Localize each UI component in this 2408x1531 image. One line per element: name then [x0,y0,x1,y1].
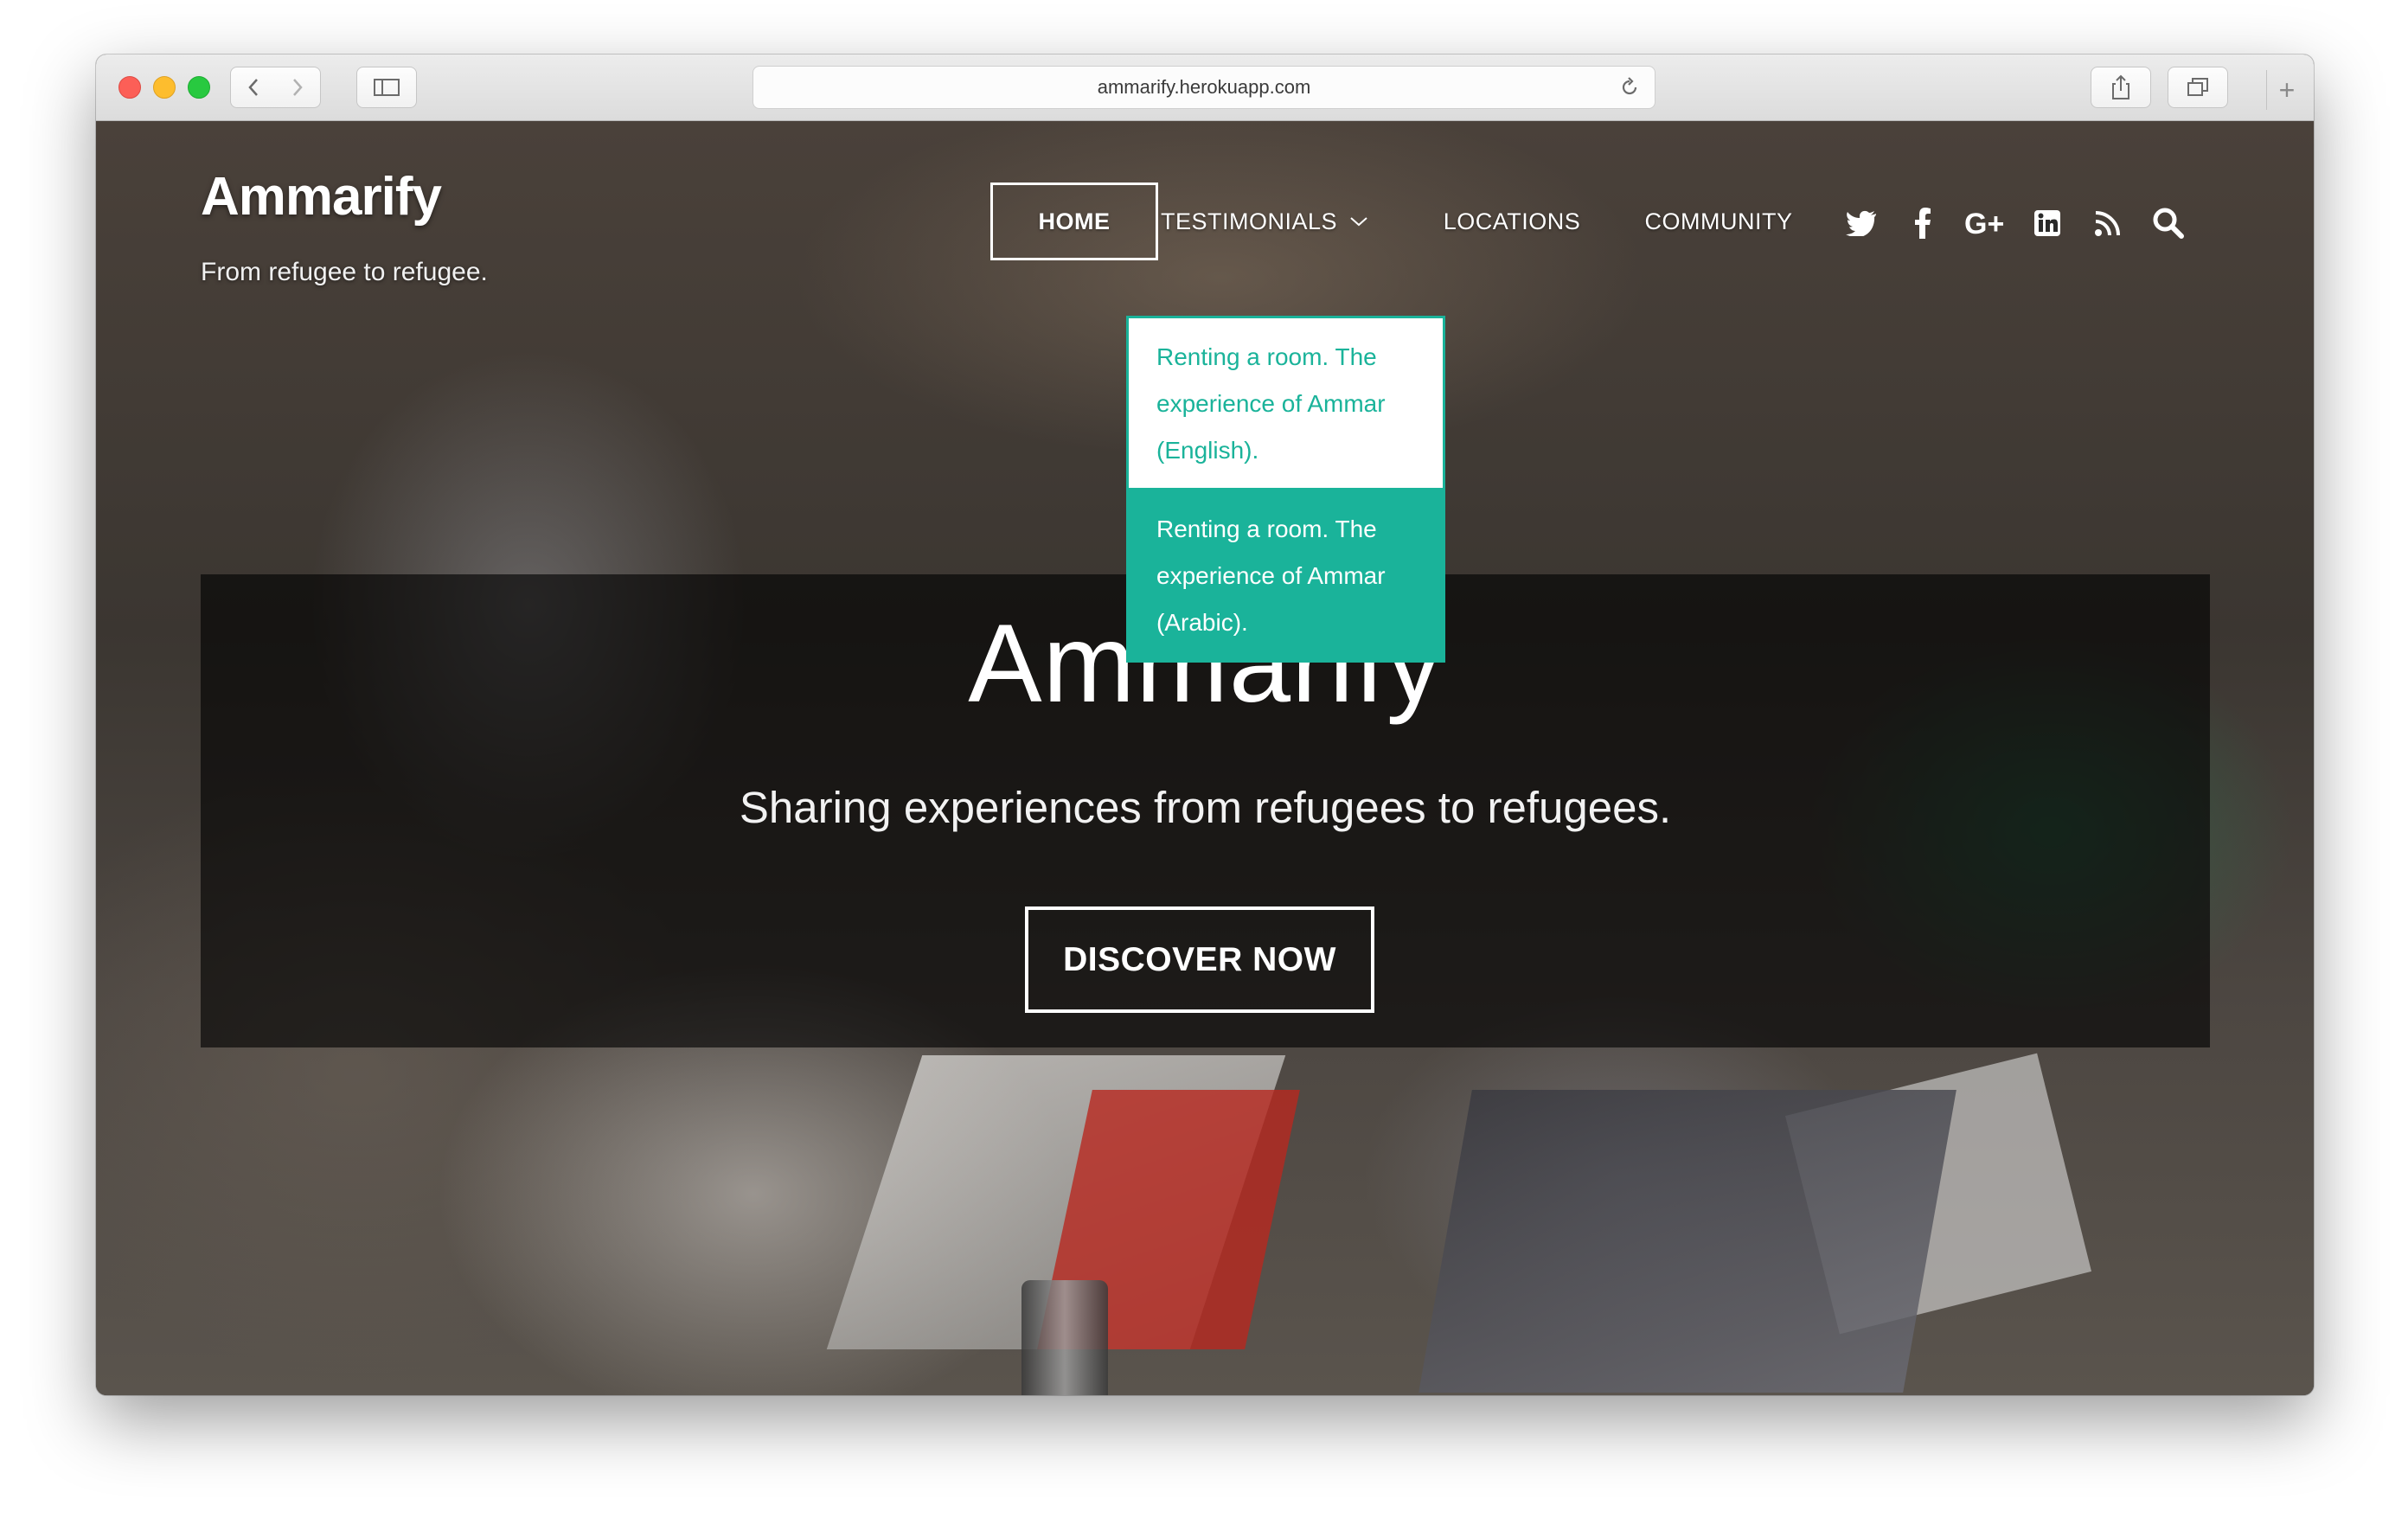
tabs-icon [2187,78,2208,96]
chevron-down-icon [1350,217,1367,227]
sidebar-toggle-button[interactable] [356,67,417,108]
url-text: ammarify.herokuapp.com [1097,76,1311,98]
hero-subtitle: Sharing experiences from refugees to ref… [739,783,1672,832]
nav-locations[interactable]: LOCATIONS [1421,183,1603,260]
address-bar[interactable]: ammarify.herokuapp.com [752,66,1656,109]
forward-button[interactable] [275,67,321,108]
sidebar-icon [374,79,400,96]
browser-toolbar: ammarify.herokuapp.com + [96,54,2314,121]
google-plus-icon[interactable]: G+ [1960,197,2017,249]
linkedin-icon[interactable] [2026,197,2069,249]
nav-testimonials-label: TESTIMONIALS [1160,208,1338,234]
nav-home[interactable]: HOME [990,183,1158,260]
site-logo[interactable]: Ammarify [201,166,442,227]
browser-window: ammarify.herokuapp.com + Ammarify From r… [96,54,2314,1395]
svg-text:G+: G+ [1964,208,2004,239]
chevron-left-icon [248,79,258,96]
rss-icon[interactable] [2086,197,2129,249]
back-button[interactable] [230,67,277,108]
twitter-icon[interactable] [1840,197,1883,249]
facebook-icon[interactable] [1901,197,1944,249]
site-tagline: From refugee to refugee. [201,258,488,286]
background-photo-can [1021,1280,1108,1395]
tab-overview-button[interactable] [2168,67,2228,108]
share-icon [2112,74,2129,99]
web-page: Ammarify From refugee to refugee. HOME T… [96,121,2314,1395]
search-icon[interactable] [2147,197,2190,249]
close-window-button[interactable] [118,76,141,99]
nav-testimonials[interactable]: TESTIMONIALS [1151,183,1378,260]
testimonials-dropdown: Renting a room. The experience of Ammar … [1126,316,1445,663]
maximize-window-button[interactable] [188,76,210,99]
reload-icon[interactable] [1618,76,1641,99]
minimize-window-button[interactable] [153,76,176,99]
plus-icon: + [2278,74,2296,106]
discover-now-button[interactable]: DISCOVER NOW [1025,906,1374,1013]
new-tab-button[interactable]: + [2266,70,2307,110]
nav-community[interactable]: COMMUNITY [1617,183,1821,260]
dropdown-item-arabic[interactable]: Renting a room. The experience of Ammar … [1126,488,1445,663]
chevron-right-icon [293,79,303,96]
background-photo-laptop-dark [1419,1090,1956,1393]
share-button[interactable] [2091,67,2151,108]
dropdown-item-english[interactable]: Renting a room. The experience of Ammar … [1126,316,1445,488]
